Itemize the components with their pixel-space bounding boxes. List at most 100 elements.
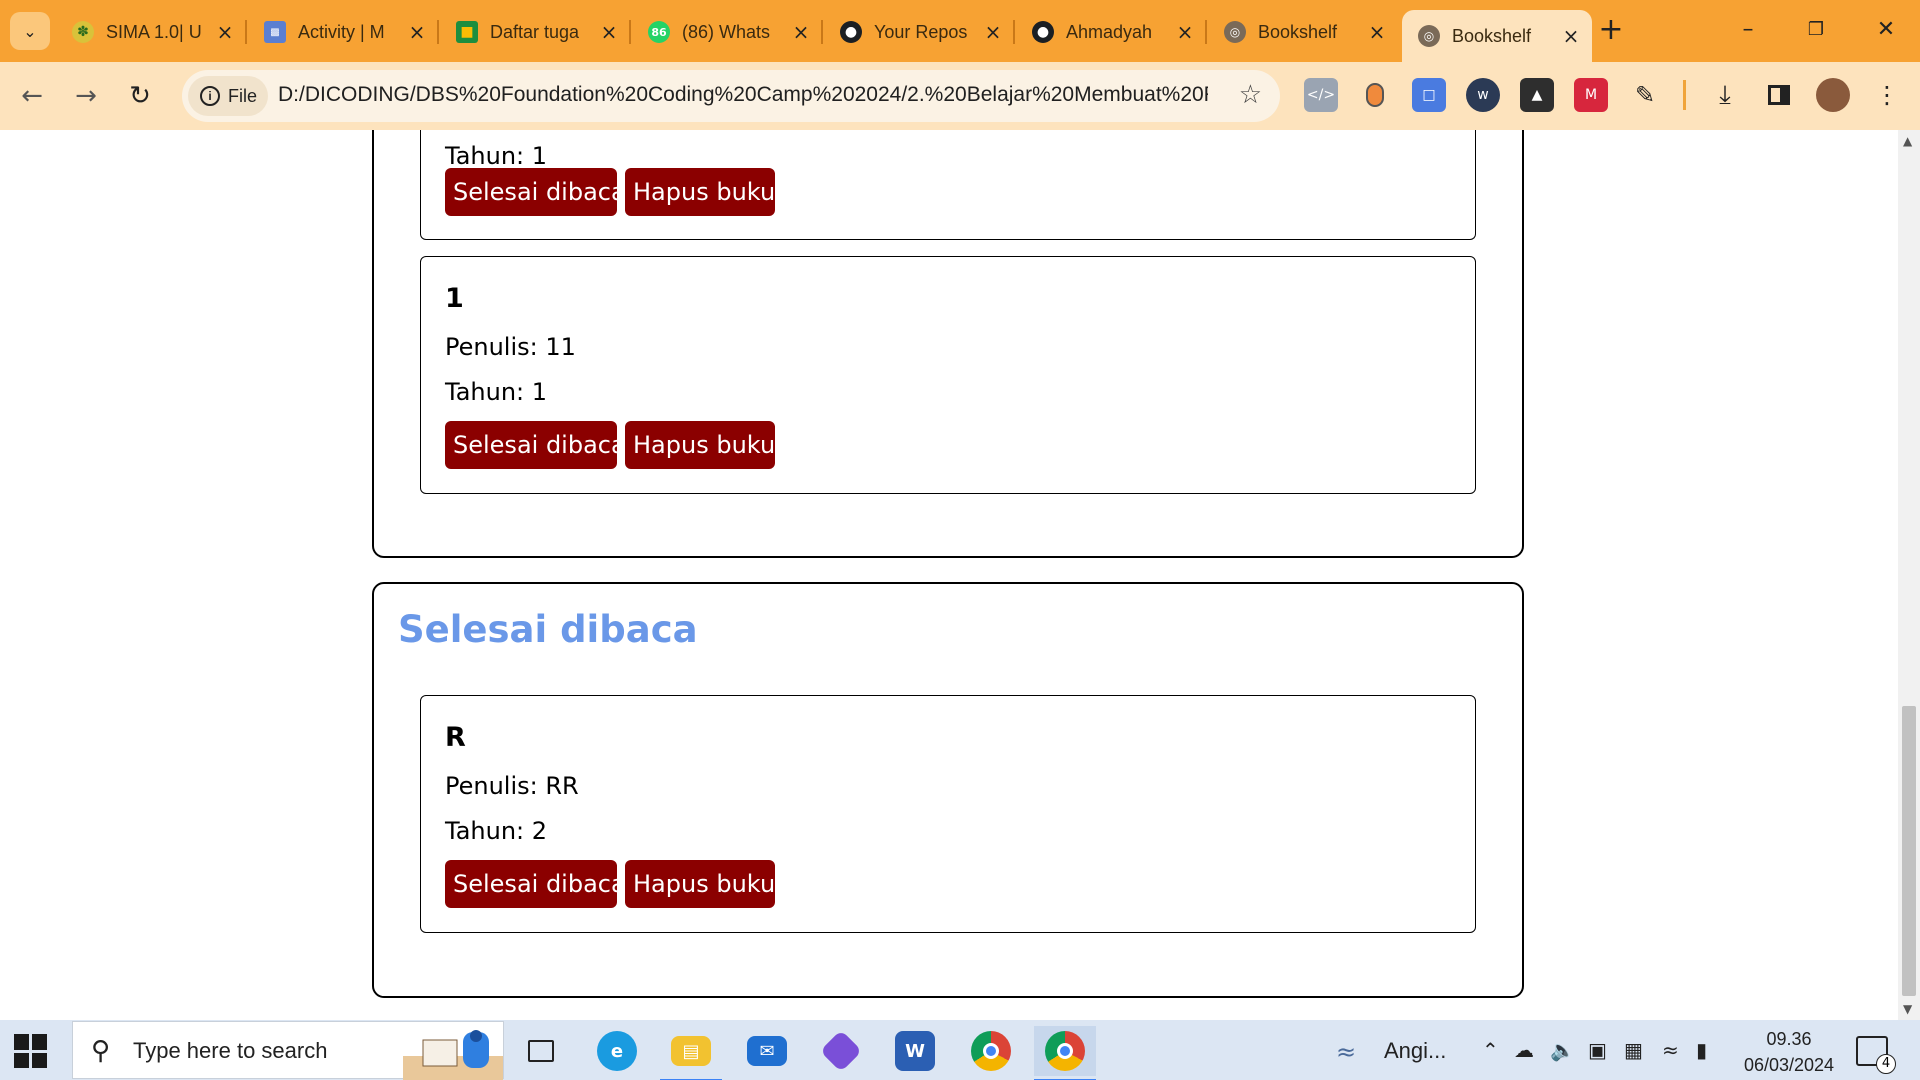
extension-red-icon[interactable]: M xyxy=(1574,78,1608,112)
close-tab-icon[interactable]: × xyxy=(598,20,620,44)
chevron-up-icon[interactable]: ⌃ xyxy=(1482,1038,1499,1062)
volume-icon[interactable]: 🔈 xyxy=(1550,1038,1575,1062)
battery-icon[interactable]: ▮ xyxy=(1696,1038,1707,1062)
tab-separator xyxy=(1013,20,1015,44)
classroom-favicon-icon: ■ xyxy=(456,21,478,43)
section-heading: Selesai dibaca xyxy=(398,608,698,651)
extensions-puzzle-icon[interactable]: ✎ xyxy=(1628,78,1662,112)
tab-separator xyxy=(245,20,247,44)
mark-finished-button[interactable]: Selesai dibaca xyxy=(445,860,626,908)
clock-time: 09.36 xyxy=(1766,1029,1812,1049)
mark-finished-button[interactable]: Selesai dibaca xyxy=(445,168,626,216)
url-text[interactable]: D:/DICODING/DBS%20Foundation%20Coding%20… xyxy=(278,83,1208,107)
chrome-profile-icon[interactable] xyxy=(1034,1026,1096,1080)
tab-bookshelf[interactable]: ◎ Bookshelf × xyxy=(1208,10,1398,54)
close-window-button[interactable]: ✕ xyxy=(1858,12,1914,48)
close-tab-icon[interactable]: × xyxy=(982,20,1004,44)
display-icon[interactable]: ▦ xyxy=(1624,1038,1643,1062)
start-tile xyxy=(14,1052,29,1068)
close-tab-icon[interactable]: × xyxy=(790,20,812,44)
delete-book-button[interactable]: Hapus buku xyxy=(625,860,775,908)
book-year: Tahun: 1 xyxy=(445,142,548,170)
windows-start-icon[interactable] xyxy=(14,1034,48,1068)
address-bar[interactable]: i File D:/DICODING/DBS%20Foundation%20Co… xyxy=(182,70,1280,122)
extension-orange-icon[interactable] xyxy=(1358,78,1392,112)
wind-weather-icon[interactable]: ≈ xyxy=(1336,1038,1356,1066)
task-view-icon[interactable] xyxy=(510,1026,572,1076)
close-tab-icon[interactable]: × xyxy=(1366,20,1388,44)
mail-icon[interactable]: ✉ xyxy=(736,1026,798,1076)
side-panel-icon[interactable] xyxy=(1762,78,1796,112)
word-icon[interactable]: W xyxy=(884,1026,946,1076)
minimize-button[interactable]: – xyxy=(1720,12,1776,48)
wifi-icon[interactable]: ≈ xyxy=(1662,1038,1679,1062)
tab-daftar-tugas[interactable]: ■ Daftar tuga × xyxy=(440,10,631,54)
tab-github-repos[interactable]: ● Your Repos × xyxy=(824,10,1015,54)
book-year: Tahun: 1 xyxy=(445,378,548,406)
scrollbar-thumb[interactable] xyxy=(1902,706,1916,996)
github-favicon-icon: ● xyxy=(1032,21,1054,43)
start-tile xyxy=(32,1034,47,1050)
reload-button[interactable]: ↻ xyxy=(120,76,160,116)
restore-button[interactable]: ❐ xyxy=(1788,12,1844,48)
search-highlight-illustration xyxy=(403,1030,503,1080)
delete-book-button[interactable]: Hapus buku xyxy=(625,168,775,216)
scroll-up-arrow-icon[interactable]: ▲ xyxy=(1903,134,1912,148)
notification-center-icon[interactable]: 4 xyxy=(1856,1036,1896,1074)
meet-icon[interactable]: ▣ xyxy=(1588,1038,1607,1062)
close-tab-icon[interactable]: × xyxy=(1560,24,1582,48)
tab-strip: ⌄ ✽ SIMA 1.0| U × ▩ Activity | M × ■ Daf… xyxy=(0,0,1920,62)
tab-separator xyxy=(629,20,631,44)
tab-github-ahmadyah[interactable]: ● Ahmadyah × xyxy=(1016,10,1207,54)
site-info-chip[interactable]: i File xyxy=(188,76,268,116)
taskbar-search-box[interactable]: ⚲ Type here to search xyxy=(72,1021,504,1080)
delete-book-button[interactable]: Hapus buku xyxy=(625,421,775,469)
edge-browser-icon[interactable]: e xyxy=(586,1026,648,1076)
back-button[interactable]: ← xyxy=(12,76,52,116)
dev-extension-icon[interactable]: </> xyxy=(1304,78,1338,112)
globe-favicon-icon: ◎ xyxy=(1224,21,1246,43)
page-viewport: Tahun: 1 Selesai dibaca Hapus buku 1 Pen… xyxy=(0,130,1898,1020)
close-tab-icon[interactable]: × xyxy=(1174,20,1196,44)
tab-sima[interactable]: ✽ SIMA 1.0| U × xyxy=(56,10,247,54)
weather-text[interactable]: Angi... xyxy=(1384,1038,1446,1064)
tab-title: Activity | M xyxy=(298,21,385,42)
search-icon: ⚲ xyxy=(91,1036,111,1066)
new-tab-button[interactable]: + xyxy=(1594,14,1628,48)
system-clock[interactable]: 09.36 06/03/2024 xyxy=(1734,1026,1844,1078)
extension-dark-icon[interactable]: ▲ xyxy=(1520,78,1554,112)
chrome-icon[interactable] xyxy=(960,1026,1022,1076)
profile-avatar[interactable] xyxy=(1816,78,1850,112)
forward-button[interactable]: → xyxy=(66,76,106,116)
tab-title: Your Repos xyxy=(874,21,968,42)
tab-search-button[interactable]: ⌄ xyxy=(10,12,50,50)
activity-favicon-icon: ▩ xyxy=(264,21,286,43)
tab-title: Ahmadyah xyxy=(1066,21,1153,42)
file-explorer-icon[interactable]: ▤ xyxy=(660,1026,722,1080)
tab-separator xyxy=(821,20,823,44)
tab-whatsapp[interactable]: 86 (86) Whats × xyxy=(632,10,823,54)
bookmark-star-icon[interactable]: ☆ xyxy=(1239,80,1262,110)
close-tab-icon[interactable]: × xyxy=(406,20,428,44)
toolbar-separator xyxy=(1683,80,1686,110)
tab-separator xyxy=(437,20,439,44)
cloud-icon[interactable]: ☁ xyxy=(1514,1038,1534,1062)
tab-title: Bookshelf xyxy=(1258,21,1338,42)
info-icon: i xyxy=(200,86,220,106)
copilot-icon[interactable] xyxy=(810,1026,872,1076)
mark-finished-button[interactable]: Selesai dibaca xyxy=(445,421,626,469)
tab-title: SIMA 1.0| U xyxy=(106,21,202,42)
scroll-down-arrow-icon[interactable]: ▼ xyxy=(1903,1002,1912,1016)
menu-kebab-icon[interactable]: ⋮ xyxy=(1870,78,1904,112)
tab-activity[interactable]: ▩ Activity | M × xyxy=(248,10,439,54)
page-scrollbar[interactable]: ▲ ▼ xyxy=(1898,130,1920,1020)
book-card: 1 Penulis: 11 Tahun: 1 Selesai dibaca Ha… xyxy=(420,256,1476,494)
download-icon[interactable]: ⤓ xyxy=(1708,78,1742,112)
book-card: R Penulis: RR Tahun: 2 Selesai dibaca Ha… xyxy=(420,695,1476,933)
chip-label: File xyxy=(228,85,258,106)
close-tab-icon[interactable]: × xyxy=(214,20,236,44)
tab-bookshelf-active[interactable]: ◎ Bookshelf × xyxy=(1402,10,1592,62)
windows-taskbar: ⚲ Type here to search e ▤ ✉ W ≈ Angi... … xyxy=(0,1020,1920,1080)
extension-blue-icon[interactable]: □ xyxy=(1412,78,1446,112)
web-extension-icon[interactable]: w xyxy=(1466,78,1500,112)
